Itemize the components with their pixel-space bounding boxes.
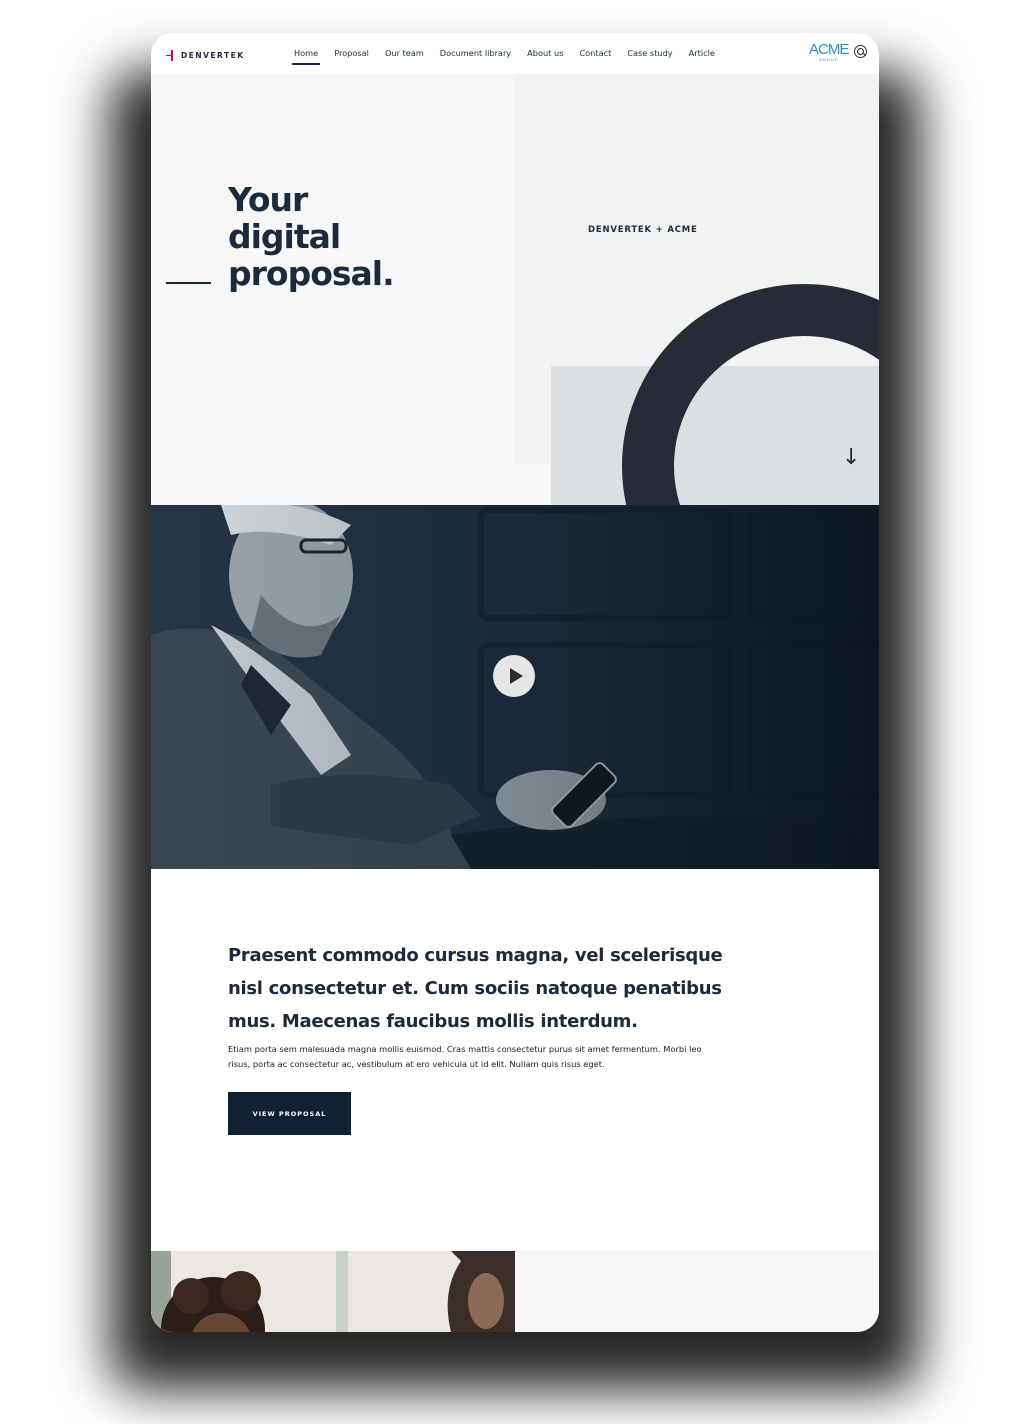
play-button[interactable] [493,655,535,697]
hero-grey-block [551,366,879,505]
hero-accent-line [166,282,211,284]
hero-title-line: Your [228,180,308,219]
intro-section: Praesent commodo cursus magna, vel scele… [151,869,879,1251]
denvertek-logo[interactable]: DENVERTEK [166,48,245,62]
page-frame: DENVERTEK Home Proposal Our team Documen… [151,33,879,1332]
nav-article[interactable]: Article [689,48,715,58]
logo-mark-icon [166,49,177,61]
hero-title-line: digital [228,217,341,256]
nav-about-us[interactable]: About us [527,48,563,58]
acme-logo[interactable]: ACME GROUP [809,41,849,62]
hero-title-line: proposal. [228,254,395,293]
acme-logo-text: ACME [809,41,849,58]
nav-document-library[interactable]: Document library [440,48,511,58]
nav-proposal[interactable]: Proposal [334,48,369,58]
search-button[interactable] [854,45,867,58]
video-section[interactable] [151,505,879,869]
main-menu: Home Proposal Our team Document library … [291,48,731,65]
nav-home[interactable]: Home [291,48,321,65]
arrow-down-icon[interactable]: ↓ [842,445,860,470]
team-section-preview [151,1251,879,1332]
hero-section: Your digital proposal. DENVERTEK + ACME … [151,74,879,505]
partner-label: DENVERTEK + ACME [588,225,698,235]
view-proposal-button[interactable]: VIEW PROPOSAL [228,1092,351,1135]
nav-case-study[interactable]: Case study [627,48,672,58]
intro-body: Etiam porta sem malesuada magna mollis e… [228,1044,702,1069]
nav-contact[interactable]: Contact [579,48,611,58]
logo-text: DENVERTEK [181,50,245,60]
top-nav: DENVERTEK Home Proposal Our team Documen… [151,33,879,74]
team-photo [151,1251,515,1332]
hero-title: Your digital proposal. [228,180,395,293]
intro-lead: Praesent commodo cursus magna, vel scele… [228,945,723,1032]
nav-our-team[interactable]: Our team [385,48,424,58]
